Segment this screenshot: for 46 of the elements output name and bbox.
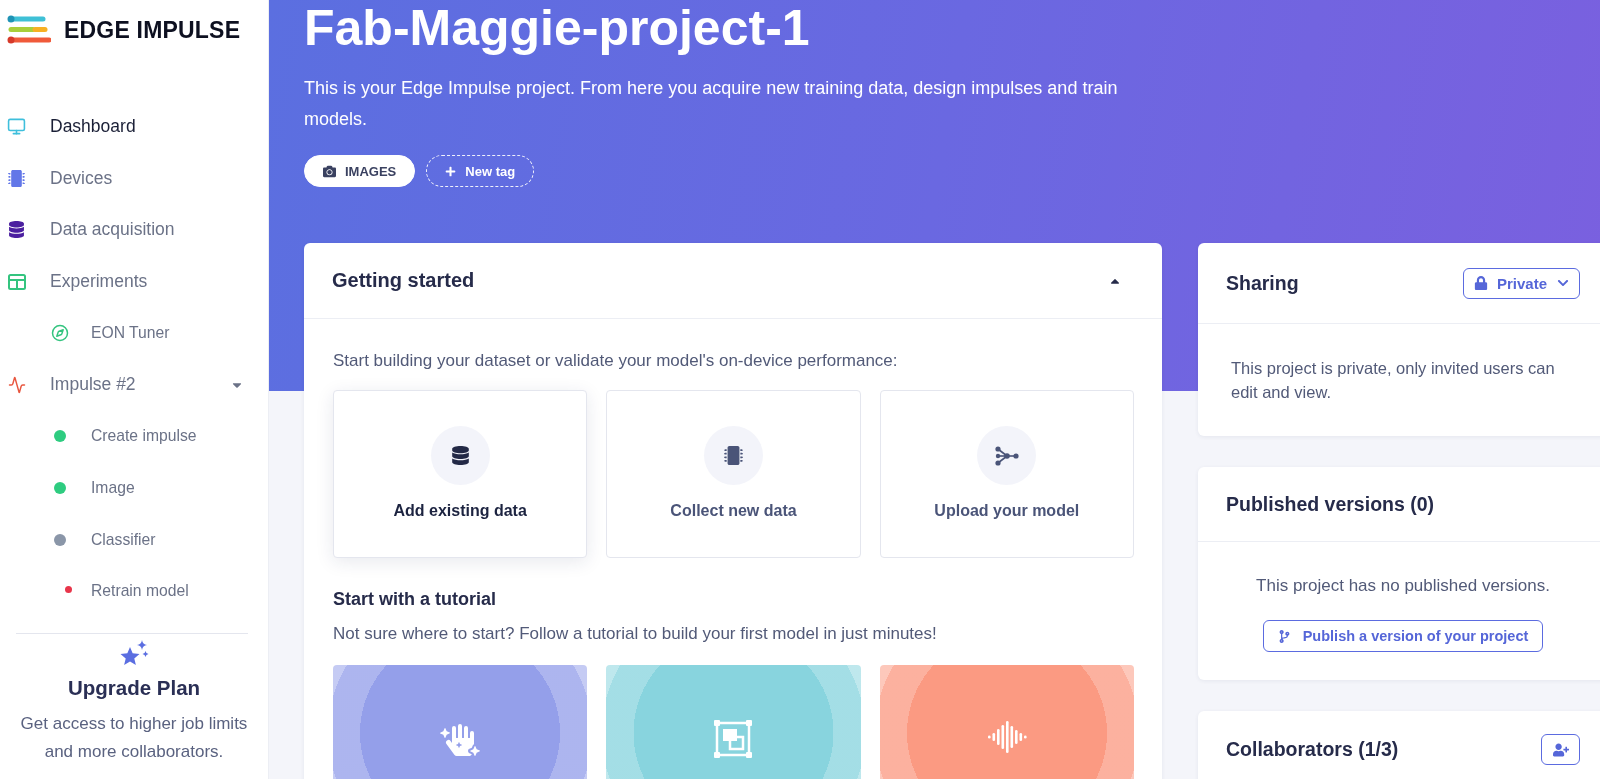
empty-state-text: This project has no published versions. xyxy=(1256,576,1550,596)
project-title: Fab-Maggie-project-1 xyxy=(304,0,811,56)
option-card[interactable]: Upload your model xyxy=(879,390,1134,558)
visibility-dropdown[interactable]: Private xyxy=(1463,267,1580,299)
card-title: Published versions (0) xyxy=(1226,492,1435,516)
option-card[interactable]: Collect new data xyxy=(606,390,861,558)
lock-icon xyxy=(1474,276,1488,290)
option-card[interactable]: Add existing data xyxy=(333,390,588,558)
upgrade-text: Get access to higher job limits and more collaborators. xyxy=(19,712,249,763)
database-icon xyxy=(8,221,25,239)
plus-icon xyxy=(445,165,457,177)
sidebar-item[interactable]: Image xyxy=(0,462,268,514)
publish-button[interactable]: Publish a version of your project xyxy=(1262,620,1544,652)
card-title: Sharing xyxy=(1226,271,1299,295)
sidebar-item[interactable]: Retrain model xyxy=(0,565,268,617)
branch-icon xyxy=(1277,629,1291,643)
pulse-icon xyxy=(7,375,26,394)
sidebar-item[interactable]: Classifier xyxy=(0,513,268,566)
upgrade-title: Upgrade Plan xyxy=(67,674,201,701)
logo-text: EDGE IMPULSE xyxy=(64,16,241,44)
add-collaborator-button[interactable] xyxy=(1541,734,1580,765)
project-description: This is your Edge Impulse project. From here you acquire new training data, design impulses and train models. xyxy=(304,77,1119,131)
sidebar-item[interactable]: Experiments xyxy=(0,255,268,308)
bounding-box-icon xyxy=(714,720,753,758)
sidebar-item[interactable]: Create impulse xyxy=(0,410,268,463)
section-title: Start with a tutorial xyxy=(333,589,497,609)
logo-icon xyxy=(7,14,51,46)
sidebar-item[interactable]: EON Tuner xyxy=(0,307,268,359)
tutorial-text: Not sure where to start? Follow a tutorial to build your first model in just minutes! xyxy=(333,624,938,644)
intro-text: Start building your dataset or validate your model's on-device performance: xyxy=(333,351,899,371)
monitor-icon xyxy=(7,117,26,137)
card-title: Collaborators (1/3) xyxy=(1226,738,1399,761)
compass-icon xyxy=(50,324,69,343)
sidebar-item[interactable]: Impulse #2 xyxy=(0,358,268,411)
sidebar-item[interactable]: Dashboard xyxy=(0,101,268,153)
camera-icon xyxy=(323,164,336,178)
category-tag: IMAGES xyxy=(304,155,416,187)
sidebar-item[interactable]: Devices xyxy=(0,152,268,205)
card-title: Getting started xyxy=(332,269,475,292)
sidebar-item[interactable]: Data acquisition xyxy=(0,204,268,256)
user-plus-icon xyxy=(1552,741,1569,758)
waveform-icon xyxy=(985,720,1028,754)
table-icon xyxy=(7,273,26,290)
chevron-down-icon xyxy=(1557,277,1569,289)
chip-icon xyxy=(8,169,25,187)
sharing-text: This project is private, only invited users can edit and view. xyxy=(1230,358,1556,403)
